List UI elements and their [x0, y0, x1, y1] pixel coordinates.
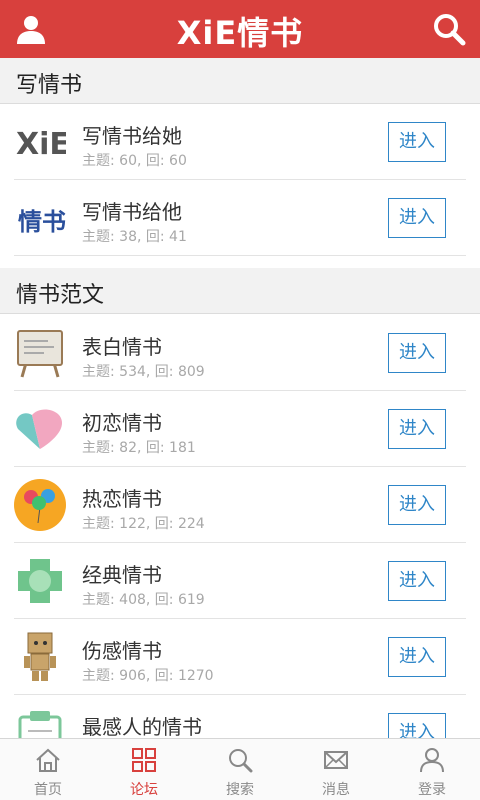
forum-name: 热恋情书: [82, 487, 162, 511]
enter-button[interactable]: 进入: [388, 561, 446, 601]
section-title: 情书范文: [16, 283, 105, 308]
forum-row-classic[interactable]: 经典情书 主题: 408, 回: 619 进入: [0, 543, 480, 619]
forum-stats: 主题: 122, 回: 224: [82, 516, 205, 532]
tab-home[interactable]: 首页: [0, 739, 96, 800]
search-icon[interactable]: [432, 12, 466, 46]
section-header-samples: 情书范文: [0, 268, 480, 314]
app-title: XiE情书: [176, 14, 304, 52]
forum-row-write-him[interactable]: 情书 写情书给他 主题: 38, 回: 41 进入: [0, 180, 480, 256]
forum-row-in-love[interactable]: 热恋情书 主题: 122, 回: 224 进入: [0, 467, 480, 543]
forum-grid-icon: [132, 748, 156, 772]
app-header: XiE情书: [0, 0, 480, 58]
green-square-icon: [14, 555, 66, 607]
tab-label: 消息: [322, 782, 350, 798]
xie-logo-icon: XiE: [14, 116, 70, 168]
section-header-write: 写情书: [0, 58, 480, 104]
forum-name: 写情书给他: [82, 200, 182, 224]
search-icon: [229, 749, 253, 773]
danbo-figure-icon: [14, 631, 66, 683]
tab-label: 搜索: [226, 782, 254, 798]
enter-button[interactable]: 进入: [388, 409, 446, 449]
forum-name: 表白情书: [82, 335, 162, 359]
enter-button[interactable]: 进入: [388, 637, 446, 677]
enter-button[interactable]: 进入: [388, 198, 446, 238]
forum-stats: 主题: 534, 回: 809: [82, 364, 205, 380]
tab-forum[interactable]: 论坛: [96, 739, 192, 800]
row-divider: [14, 255, 466, 256]
forum-name: 伤感情书: [82, 639, 162, 663]
forum-stats: 主题: 408, 回: 619: [82, 592, 205, 608]
forum-stats: 主题: 38, 回: 41: [82, 229, 187, 245]
mail-icon: [324, 751, 348, 769]
tab-messages[interactable]: 消息: [288, 739, 384, 800]
forum-stats: 主题: 82, 回: 181: [82, 440, 196, 456]
forum-name: 经典情书: [82, 563, 162, 587]
tab-login[interactable]: 登录: [384, 739, 480, 800]
tab-label: 论坛: [130, 782, 158, 798]
svg-text:情书: 情书: [18, 208, 66, 236]
tab-label: 首页: [34, 782, 62, 798]
enter-button[interactable]: 进入: [388, 333, 446, 373]
forum-row-first-love[interactable]: 初恋情书 主题: 82, 回: 181 进入: [0, 391, 480, 467]
svg-text:XiE: XiE: [16, 127, 66, 162]
board-icon: [14, 327, 66, 379]
tab-label: 登录: [418, 782, 446, 798]
forum-row-confession[interactable]: 表白情书 主题: 534, 回: 809 进入: [0, 315, 480, 391]
bottom-tab-bar: 首页 论坛 搜索 消息 登录: [0, 738, 480, 800]
forum-name: 最感人的情书: [82, 715, 202, 739]
forum-name: 写情书给她: [82, 124, 182, 148]
forum-row-write-her[interactable]: XiE 写情书给她 主题: 60, 回: 60 进入: [0, 104, 480, 180]
forum-stats: 主题: 906, 回: 1270: [82, 668, 214, 684]
forum-name: 初恋情书: [82, 411, 162, 435]
forum-row-sad[interactable]: 伤感情书 主题: 906, 回: 1270 进入: [0, 619, 480, 695]
qingshu-text-icon: 情书: [14, 192, 66, 244]
enter-button[interactable]: 进入: [388, 122, 446, 162]
section-title: 写情书: [16, 73, 83, 98]
tab-search[interactable]: 搜索: [192, 739, 288, 800]
enter-button[interactable]: 进入: [388, 485, 446, 525]
user-icon: [420, 748, 444, 773]
heart-icon: [14, 403, 66, 455]
forum-stats: 主题: 60, 回: 60: [82, 153, 187, 169]
balloons-icon: [14, 479, 66, 531]
home-icon: [36, 748, 60, 772]
